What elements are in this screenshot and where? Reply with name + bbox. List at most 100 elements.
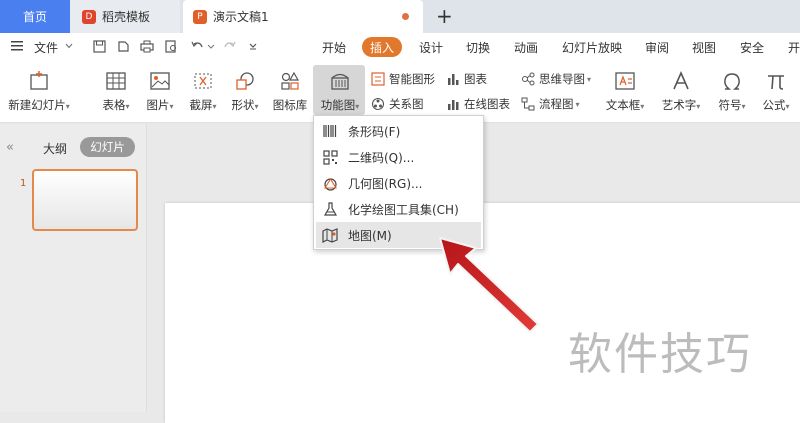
- collapse-panel-icon[interactable]: «: [6, 140, 14, 155]
- ribbon: 新建幻灯片▾ 表格▾ 图片▾ 截屏▾ 形状▾ 图标库 功能图▾ 智能图形 图表 …: [0, 61, 800, 123]
- dropdown-item-chemistry[interactable]: 化学绘图工具集(CH): [316, 196, 481, 222]
- map-label: 地图(M): [348, 228, 392, 243]
- slide-panel: « 大纲 幻灯片 1: [0, 124, 147, 412]
- barcode-icon: [322, 123, 338, 139]
- function-chart-button[interactable]: 功能图▾: [314, 69, 366, 113]
- tab-template[interactable]: D 稻壳模板: [70, 0, 180, 33]
- menu-insert[interactable]: 插入: [362, 37, 402, 57]
- undo-dropdown-icon[interactable]: [204, 40, 218, 54]
- menu-animation[interactable]: 动画: [514, 39, 538, 56]
- online-chart-button[interactable]: 在线图表: [446, 96, 510, 112]
- menu-file[interactable]: 文件: [34, 39, 58, 56]
- chart-button[interactable]: 图表: [446, 71, 487, 87]
- geometry-label: 几何图(RG)...: [348, 176, 423, 191]
- menu-more[interactable]: 开: [788, 39, 800, 56]
- dropdown-item-geometry[interactable]: 几何图(RG)...: [316, 170, 481, 196]
- slide-number: 1: [20, 178, 27, 189]
- print-icon[interactable]: [140, 40, 154, 54]
- menu-design[interactable]: 设计: [419, 39, 443, 56]
- formula-button[interactable]: 公式▾: [756, 69, 796, 113]
- chart-label: 图表: [464, 72, 487, 86]
- menu-slideshow[interactable]: 幻灯片放映: [562, 39, 622, 56]
- tab-document-label: 演示文稿1: [213, 10, 269, 24]
- icon-library-icon: [278, 69, 302, 93]
- smart-shape-icon: [371, 72, 385, 86]
- online-chart-icon: [446, 97, 460, 111]
- menu-home[interactable]: 开始: [322, 39, 346, 56]
- function-chart-icon: [328, 69, 352, 93]
- relation-chart-label: 关系图: [389, 97, 424, 111]
- art-text-button[interactable]: 艺术字▾: [656, 69, 706, 113]
- presentation-logo-icon: P: [193, 9, 207, 24]
- picture-icon: [148, 69, 172, 93]
- online-chart-label: 在线图表: [464, 97, 510, 111]
- tab-home-label: 首页: [22, 10, 47, 24]
- flowchart-label: 流程图: [539, 97, 574, 111]
- smart-shape-label: 智能图形: [389, 72, 435, 86]
- symbol-button[interactable]: 符号▾: [712, 69, 752, 113]
- new-tab-button[interactable]: +: [436, 4, 453, 28]
- tab-bar: 首页 D 稻壳模板 P 演示文稿1 +: [0, 0, 800, 33]
- menu-transition[interactable]: 切换: [466, 39, 490, 56]
- watermark-text: 软件技巧: [568, 329, 752, 380]
- menu-security[interactable]: 安全: [740, 39, 764, 56]
- save-icon[interactable]: [92, 40, 106, 54]
- menu-review[interactable]: 审阅: [645, 39, 669, 56]
- slides-view-tab[interactable]: 幻灯片: [80, 137, 135, 157]
- customize-toolbar-icon[interactable]: [246, 40, 260, 54]
- outline-view-tab[interactable]: 大纲: [43, 140, 67, 157]
- menu-row: 文件 开始 插入 设计 切换 动画 幻灯片放映 审阅 视图 安全 开: [0, 33, 800, 61]
- red-arrow-annotation: [439, 237, 539, 333]
- new-slide-label: 新建幻灯片: [8, 98, 66, 112]
- new-slide-button[interactable]: 新建幻灯片▾: [8, 69, 70, 113]
- screenshot-button[interactable]: 截屏▾: [184, 69, 222, 113]
- picture-button[interactable]: 图片▾: [141, 69, 179, 113]
- hamburger-icon[interactable]: [10, 40, 24, 54]
- redo-icon[interactable]: [222, 40, 236, 54]
- unsaved-dot-icon[interactable]: [402, 13, 409, 20]
- tab-template-label: 稻壳模板: [102, 10, 151, 24]
- undo-icon[interactable]: [190, 40, 204, 54]
- chevron-down-icon[interactable]: [62, 40, 76, 54]
- icon-library-button[interactable]: 图标库: [270, 69, 310, 113]
- dropdown-item-barcode[interactable]: 条形码(F): [316, 118, 481, 144]
- docer-logo-icon: D: [82, 9, 96, 24]
- relation-chart-button[interactable]: 关系图: [371, 96, 424, 112]
- geometry-icon: [322, 175, 338, 191]
- export-icon[interactable]: [116, 40, 130, 54]
- function-chart-label: 功能图: [320, 98, 356, 112]
- omega-icon: [720, 69, 744, 93]
- shape-label: 形状: [231, 98, 255, 112]
- bar-chart-icon: [446, 72, 460, 86]
- slide-thumbnail[interactable]: [32, 169, 138, 231]
- print-preview-icon[interactable]: [164, 40, 178, 54]
- tab-home[interactable]: 首页: [0, 0, 70, 33]
- shape-button[interactable]: 形状▾: [226, 69, 264, 113]
- qrcode-label: 二维码(Q)...: [348, 150, 415, 165]
- mind-map-button[interactable]: 思维导图 ▾: [521, 71, 591, 87]
- table-button[interactable]: 表格▾: [97, 69, 135, 113]
- screenshot-icon: [191, 69, 215, 93]
- icon-library-label: 图标库: [272, 98, 308, 112]
- pi-icon: [764, 69, 788, 93]
- shape-icon: [233, 69, 257, 93]
- table-label: 表格: [102, 98, 126, 112]
- textbox-button[interactable]: 文本框▾: [600, 69, 650, 113]
- mind-map-label: 思维导图: [539, 72, 585, 86]
- map-icon: [322, 227, 338, 243]
- textbox-label: 文本框: [605, 98, 641, 112]
- qrcode-icon: [322, 149, 338, 165]
- chemistry-label: 化学绘图工具集(CH): [348, 202, 459, 217]
- new-slide-icon: [27, 69, 51, 93]
- smart-shape-button[interactable]: 智能图形: [371, 71, 435, 87]
- table-icon: [104, 69, 128, 93]
- screenshot-label: 截屏: [189, 98, 213, 112]
- flowchart-button[interactable]: 流程图 ▾: [521, 96, 580, 112]
- symbol-label: 符号: [718, 98, 742, 112]
- flask-icon: [322, 201, 338, 217]
- art-text-label: 艺术字: [661, 98, 697, 112]
- relation-chart-icon: [371, 97, 385, 111]
- menu-view[interactable]: 视图: [692, 39, 716, 56]
- tab-document[interactable]: P 演示文稿1: [183, 0, 423, 33]
- dropdown-item-qrcode[interactable]: 二维码(Q)...: [316, 144, 481, 170]
